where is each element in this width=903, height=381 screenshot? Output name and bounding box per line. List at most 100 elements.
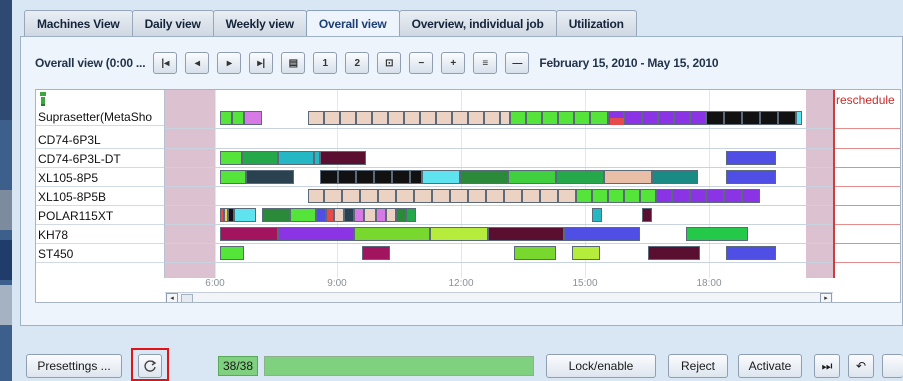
- undo-icon[interactable]: ↶: [848, 354, 874, 378]
- tab-individual-job[interactable]: Overview, individual job: [398, 10, 557, 36]
- previous-page-button[interactable]: ◂: [185, 52, 210, 74]
- job-bar[interactable]: [340, 111, 356, 125]
- job-bar[interactable]: [308, 189, 324, 203]
- job-bar[interactable]: [742, 189, 760, 203]
- job-bar[interactable]: [652, 170, 698, 184]
- resource-label[interactable]: ST450: [36, 246, 164, 263]
- job-bar[interactable]: [488, 227, 564, 241]
- activate-button[interactable]: Activate: [738, 354, 802, 378]
- job-bar[interactable]: [486, 189, 504, 203]
- job-bar[interactable]: [320, 170, 338, 184]
- job-bar[interactable]: [510, 111, 526, 125]
- job-bar[interactable]: [672, 189, 690, 203]
- job-bar[interactable]: [558, 189, 576, 203]
- job-bar[interactable]: [354, 208, 364, 222]
- resource-label[interactable]: CD74-6P3L-DT: [36, 151, 164, 168]
- calendar-button[interactable]: ▤: [281, 52, 306, 74]
- job-bar[interactable]: [624, 111, 642, 125]
- job-bar[interactable]: [460, 170, 508, 184]
- job-bar[interactable]: [372, 111, 388, 125]
- list-view-icon[interactable]: ≡: [473, 52, 498, 74]
- skip-to-end-icon[interactable]: ⏭: [814, 354, 840, 378]
- job-bar[interactable]: [242, 151, 278, 165]
- resource-label[interactable]: XL105-8P5: [36, 170, 164, 187]
- job-bar[interactable]: [640, 189, 656, 203]
- job-bar[interactable]: [308, 111, 324, 125]
- job-bar[interactable]: [414, 189, 432, 203]
- job-bar[interactable]: [232, 111, 244, 125]
- job-bar[interactable]: [278, 151, 314, 165]
- job-bar[interactable]: [726, 151, 776, 165]
- resource-label[interactable]: Suprasetter(MetaSho: [36, 109, 164, 126]
- job-bar[interactable]: [324, 189, 342, 203]
- job-bar[interactable]: [796, 111, 802, 125]
- job-bar[interactable]: [324, 111, 340, 125]
- job-bar[interactable]: [706, 189, 724, 203]
- job-bar[interactable]: [608, 189, 624, 203]
- job-bar[interactable]: [558, 111, 574, 125]
- scroll-left-icon[interactable]: ◂: [166, 293, 178, 302]
- job-bar[interactable]: [500, 111, 510, 125]
- last-page-button[interactable]: ▸|: [249, 52, 274, 74]
- job-bar[interactable]: [388, 111, 404, 125]
- job-bar[interactable]: [674, 111, 690, 125]
- job-bar[interactable]: [648, 246, 700, 260]
- job-bar[interactable]: [244, 111, 262, 125]
- zoom-out-icon[interactable]: −: [409, 52, 434, 74]
- job-bar[interactable]: [504, 189, 522, 203]
- job-bar[interactable]: [356, 111, 372, 125]
- two-column-button[interactable]: 2: [345, 52, 370, 74]
- job-bar[interactable]: [642, 208, 652, 222]
- job-bar[interactable]: [376, 208, 386, 222]
- job-bar[interactable]: [320, 151, 366, 165]
- job-bar[interactable]: [450, 189, 468, 203]
- zoom-in-icon[interactable]: +: [441, 52, 466, 74]
- job-bar[interactable]: [220, 227, 278, 241]
- job-bar[interactable]: [542, 111, 558, 125]
- job-bar[interactable]: [572, 246, 600, 260]
- resource-label[interactable]: POLAR115XT: [36, 208, 164, 225]
- job-bar[interactable]: [278, 227, 354, 241]
- job-bar[interactable]: [526, 111, 542, 125]
- job-bar[interactable]: [220, 111, 232, 125]
- job-bar[interactable]: [326, 208, 334, 222]
- job-bar[interactable]: [316, 208, 326, 222]
- job-bar[interactable]: [656, 189, 672, 203]
- job-bar[interactable]: [420, 111, 436, 125]
- job-bar[interactable]: [360, 189, 378, 203]
- job-bar[interactable]: [604, 170, 652, 184]
- job-bar[interactable]: [778, 111, 796, 125]
- job-bar[interactable]: [642, 111, 658, 125]
- job-bar[interactable]: [514, 246, 556, 260]
- tab-utilization[interactable]: Utilization: [555, 10, 637, 36]
- job-bar[interactable]: [234, 208, 256, 222]
- job-bar[interactable]: [396, 189, 414, 203]
- job-bar[interactable]: [556, 170, 604, 184]
- tab-machines-view[interactable]: Machines View: [24, 10, 133, 36]
- job-bar[interactable]: [432, 189, 450, 203]
- scroll-right-icon[interactable]: ▸: [820, 293, 832, 302]
- job-bar[interactable]: [590, 111, 608, 125]
- job-bar[interactable]: [342, 189, 360, 203]
- job-bar[interactable]: [726, 170, 776, 184]
- job-bar[interactable]: [508, 170, 556, 184]
- tab-overall-view[interactable]: Overall view: [305, 10, 400, 37]
- one-column-button[interactable]: 1: [313, 52, 338, 74]
- job-bar[interactable]: [364, 208, 376, 222]
- job-bar[interactable]: [220, 151, 242, 165]
- tab-daily-view[interactable]: Daily view: [131, 10, 214, 36]
- job-bar[interactable]: [726, 246, 776, 260]
- job-bar[interactable]: [396, 208, 406, 222]
- lock-enable-button[interactable]: Lock/enable: [546, 354, 656, 378]
- job-bar[interactable]: [354, 227, 430, 241]
- job-bar[interactable]: [344, 208, 354, 222]
- job-bar[interactable]: [406, 208, 416, 222]
- info-icon[interactable]: [39, 92, 47, 106]
- job-bar-alert[interactable]: [610, 118, 624, 125]
- job-bar[interactable]: [430, 227, 488, 241]
- zoom-fit-icon[interactable]: ⊡: [377, 52, 402, 74]
- job-bar[interactable]: [564, 227, 640, 241]
- job-bar[interactable]: [436, 111, 452, 125]
- job-bar[interactable]: [540, 189, 558, 203]
- job-bar[interactable]: [742, 111, 760, 125]
